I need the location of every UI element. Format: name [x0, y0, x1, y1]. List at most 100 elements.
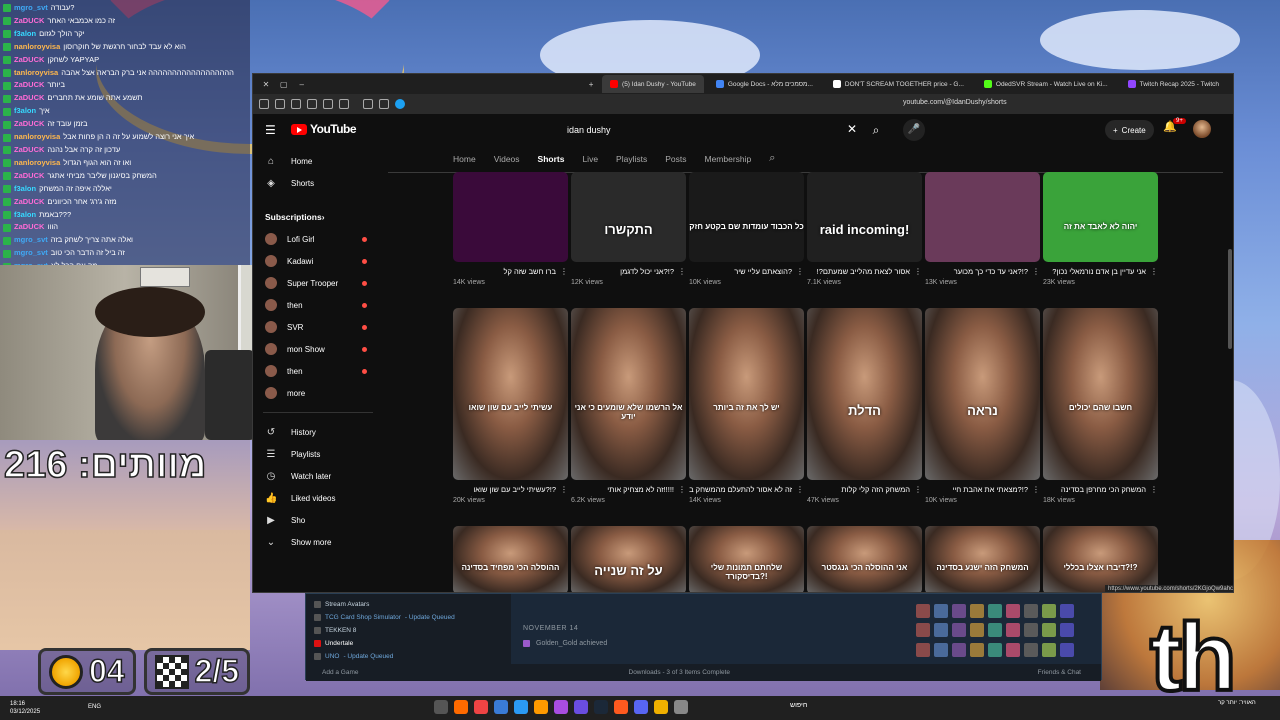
- short-title[interactable]: ?!?אני עד כדי כך מכוער ⋮: [925, 267, 1040, 277]
- tab-home[interactable]: Home: [453, 154, 476, 164]
- chat-username[interactable]: ZaDUCK: [14, 92, 44, 105]
- chat-username[interactable]: ZaDUCK: [14, 118, 44, 131]
- steam-game-item[interactable]: Stream Avatars: [314, 598, 503, 611]
- sidebar-item-chevron-down[interactable]: ⌄ Show more: [253, 531, 383, 553]
- steam-game-item[interactable]: TCG Card Shop Simulator - Update Queued: [314, 611, 503, 624]
- short-card[interactable]: התקשרו ?!?אני יכול לדגמן ⋮ 12K views: [571, 172, 686, 286]
- chat-username[interactable]: f3alon: [14, 28, 36, 41]
- chat-username[interactable]: f3alon: [14, 105, 36, 118]
- sidebar-item-history[interactable]: ↺ History: [253, 421, 383, 443]
- chat-username[interactable]: nanloroyvisa: [14, 157, 60, 170]
- friend-avatar[interactable]: [970, 623, 984, 638]
- short-title[interactable]: אני עדיין בן אדם נורמאלי נכון? ⋮: [1043, 267, 1158, 277]
- steam-game-item[interactable]: UNO - Update Queued: [314, 650, 503, 663]
- maximize-window-icon[interactable]: ▢: [277, 80, 291, 89]
- friend-avatar[interactable]: [970, 604, 984, 618]
- chat-username[interactable]: ZaDUCK: [14, 79, 44, 92]
- chat-username[interactable]: f3alon: [14, 209, 36, 222]
- short-thumbnail[interactable]: [925, 172, 1040, 262]
- friend-avatar[interactable]: [916, 623, 930, 638]
- short-thumbnail[interactable]: [453, 172, 568, 262]
- sidebar-item-shorts[interactable]: ◈ Shorts: [253, 172, 383, 194]
- gallery-icon[interactable]: [674, 700, 688, 714]
- more-options-icon[interactable]: ⋮: [560, 267, 568, 277]
- friend-avatar[interactable]: [934, 604, 948, 618]
- sidebar-item-home[interactable]: ⌂ Home: [253, 150, 383, 172]
- short-thumbnail[interactable]: המשחק הזה ישנע בסדינה: [925, 526, 1040, 592]
- subscription-item[interactable]: then: [253, 360, 383, 382]
- split-view-icon[interactable]: [323, 99, 333, 109]
- chat-username[interactable]: ZaDUCK: [14, 221, 44, 234]
- subscriptions-heading[interactable]: Subscriptions ›: [253, 206, 383, 228]
- friend-avatar[interactable]: [1024, 623, 1038, 638]
- sidebar-item-video[interactable]: ▶ Sho: [253, 509, 383, 531]
- short-thumbnail[interactable]: אני ההוסלה הכי גנגסטר: [807, 526, 922, 592]
- browser-tab[interactable]: DON'T SCREAM TOGETHER price - G...: [825, 75, 972, 93]
- explorer-icon[interactable]: [494, 700, 508, 714]
- sidebar-item-playlists[interactable]: ☰ Playlists: [253, 443, 383, 465]
- friend-avatar[interactable]: [988, 642, 1002, 657]
- short-card[interactable]: יהוה לא לאבד את זה אני עדיין בן אדם נורמא…: [1043, 172, 1158, 286]
- more-options-icon[interactable]: ⋮: [1150, 485, 1158, 495]
- short-thumbnail[interactable]: raid incoming!: [807, 172, 922, 262]
- url-field[interactable]: youtube.com/@IdanDushy/shorts: [903, 99, 1007, 106]
- screenshot-icon[interactable]: [363, 99, 373, 109]
- friend-avatar[interactable]: [1060, 623, 1074, 638]
- short-title[interactable]: ?!?מצאתי את אהבת חיי ⋮: [925, 485, 1040, 495]
- chat-username[interactable]: f3alon: [14, 183, 36, 196]
- tab-membership[interactable]: Membership: [705, 154, 752, 164]
- search-input[interactable]: idan dushy ✕: [561, 119, 861, 141]
- widgets-icon[interactable]: [434, 700, 448, 714]
- subscription-item[interactable]: mon Show: [253, 338, 383, 360]
- short-thumbnail[interactable]: דיברו אצלו בכללי?!?: [1043, 526, 1158, 592]
- extensions-icon[interactable]: [379, 99, 389, 109]
- subscription-item[interactable]: Super Trooper: [253, 272, 383, 294]
- short-card[interactable]: על זה שנייה: [571, 526, 686, 592]
- steam-icon[interactable]: [594, 700, 608, 714]
- blender-icon[interactable]: [534, 700, 548, 714]
- friend-avatar[interactable]: [1006, 604, 1020, 618]
- short-thumbnail[interactable]: אל הרשמו שלא שומעים כי אני יודע: [571, 308, 686, 480]
- browser-tab[interactable]: (5) Idan Dushy - YouTube: [602, 75, 704, 93]
- more-options-icon[interactable]: ⋮: [1032, 485, 1040, 495]
- wallet-icon[interactable]: [275, 99, 285, 109]
- short-card[interactable]: כל הכבוד עומדות שם בקטע חזק ?הוצאתם עליי …: [689, 172, 804, 286]
- create-button[interactable]: + Create: [1105, 120, 1154, 140]
- friend-avatar[interactable]: [952, 623, 966, 638]
- short-card[interactable]: דיברו אצלו בכללי?!?: [1043, 526, 1158, 592]
- friends-chat-button[interactable]: Friends & Chat: [1038, 669, 1081, 676]
- subscription-item[interactable]: SVR: [253, 316, 383, 338]
- tabs-icon[interactable]: [307, 99, 317, 109]
- more-options-icon[interactable]: ⋮: [1150, 267, 1158, 277]
- short-thumbnail[interactable]: ההוסלה הכי מפחיד בסדינה: [453, 526, 568, 592]
- channel-search-icon[interactable]: ⌕: [769, 152, 775, 165]
- short-card[interactable]: הדלת המשחק הזה קלי קלות ⋮ 47K views: [807, 308, 922, 504]
- telegram-icon[interactable]: [395, 99, 405, 109]
- short-title[interactable]: המשחק הזה קלי קלות ⋮: [807, 485, 922, 495]
- search-icon[interactable]: ⌕: [865, 119, 887, 141]
- short-title[interactable]: ?!?אני יכול לדגמן ⋮: [571, 267, 686, 277]
- chat-username[interactable]: ZaDUCK: [14, 170, 44, 183]
- tab-posts[interactable]: Posts: [665, 154, 686, 164]
- more-options-icon[interactable]: ⋮: [796, 267, 804, 277]
- menu-icon[interactable]: ☰: [265, 123, 276, 137]
- chat-username[interactable]: ZaDUCK: [14, 15, 44, 28]
- folder-icon[interactable]: [654, 700, 668, 714]
- brave-icon[interactable]: [454, 700, 468, 714]
- short-card[interactable]: נראה ?!?מצאתי את אהבת חיי ⋮ 10K views: [925, 308, 1040, 504]
- friend-avatar[interactable]: [934, 642, 948, 657]
- more-options-icon[interactable]: ⋮: [914, 485, 922, 495]
- weather-widget[interactable]: האוויר: יותר קר: [1218, 699, 1256, 707]
- short-thumbnail[interactable]: יש לך את זה ביותר: [689, 308, 804, 480]
- friend-avatar[interactable]: [1024, 642, 1038, 657]
- subscription-item[interactable]: Lofi Girl: [253, 228, 383, 250]
- docs-icon[interactable]: [514, 700, 528, 714]
- taskbar-search[interactable]: חיפוש: [790, 702, 807, 709]
- subscription-item[interactable]: then: [253, 294, 383, 316]
- minimize-window-icon[interactable]: –: [295, 80, 309, 89]
- premiere-icon[interactable]: [554, 700, 568, 714]
- friend-avatar[interactable]: [952, 642, 966, 657]
- browser-tab[interactable]: OdedSVR Stream - Watch Live on Ki...: [976, 75, 1116, 93]
- chat-username[interactable]: mgro_svt: [14, 2, 48, 15]
- subscription-item[interactable]: Kadawi: [253, 250, 383, 272]
